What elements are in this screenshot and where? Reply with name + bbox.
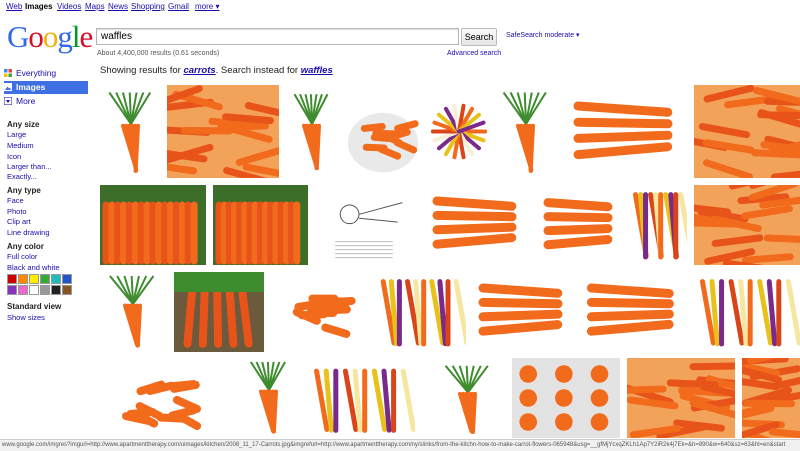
topbar-link-more[interactable]: more ▾ bbox=[195, 2, 219, 11]
image-result-thumbnail[interactable] bbox=[243, 358, 295, 438]
color-swatch[interactable] bbox=[62, 274, 72, 284]
advanced-search-link[interactable]: Advanced search bbox=[447, 50, 501, 57]
image-result-thumbnail[interactable] bbox=[308, 362, 415, 438]
color-swatch[interactable] bbox=[29, 274, 39, 284]
image-result-thumbnail[interactable] bbox=[100, 88, 162, 178]
sidebar-item-everything[interactable]: Everything bbox=[4, 67, 88, 80]
chevron-down-icon bbox=[4, 96, 12, 104]
sidebar-item-label: Everything bbox=[16, 68, 56, 78]
image-result-thumbnail[interactable] bbox=[627, 358, 735, 438]
type-filter-face[interactable]: Face bbox=[7, 196, 24, 205]
topbar-link-videos[interactable]: Videos bbox=[57, 2, 81, 11]
topbar-link-web[interactable]: Web bbox=[6, 2, 22, 11]
image-result-thumbnail[interactable] bbox=[566, 88, 686, 178]
color-swatch[interactable] bbox=[51, 274, 61, 284]
image-result-thumbnail[interactable] bbox=[213, 185, 308, 265]
search-input[interactable] bbox=[96, 28, 459, 45]
show-sizes-link[interactable]: Show sizes bbox=[7, 313, 45, 322]
corrected-query-link[interactable]: carrots bbox=[183, 65, 215, 76]
spelling-correction: Showing results for carrots. Search inst… bbox=[100, 65, 333, 76]
image-result-thumbnail[interactable] bbox=[167, 85, 279, 178]
search-button[interactable]: Search bbox=[461, 28, 497, 46]
color-swatch[interactable] bbox=[7, 274, 17, 284]
sidebar-item-more[interactable]: More bbox=[4, 95, 88, 108]
type-filter-heading: Any type bbox=[7, 186, 41, 195]
image-result-thumbnail[interactable] bbox=[376, 272, 466, 352]
sidebar-item-label: Images bbox=[16, 82, 45, 92]
image-result-thumbnail[interactable] bbox=[694, 272, 800, 352]
type-filter-line-drawing[interactable]: Line drawing bbox=[7, 228, 50, 237]
color-swatch[interactable] bbox=[18, 274, 28, 284]
type-filter-photo[interactable]: Photo bbox=[7, 207, 27, 216]
sidebar-item-label: More bbox=[16, 96, 35, 106]
type-filter-clip-art[interactable]: Clip art bbox=[7, 217, 31, 226]
image-result-thumbnail[interactable] bbox=[100, 185, 206, 265]
showing-middle: . Search instead for bbox=[216, 65, 301, 76]
size-filter-larger-than[interactable]: Larger than... bbox=[7, 162, 52, 171]
color-swatch[interactable] bbox=[62, 285, 72, 295]
top-navigation-bar: Web Images Videos Maps News Shopping Gma… bbox=[0, 0, 800, 14]
sidebar-item-images[interactable]: Images bbox=[4, 81, 88, 94]
size-filter-icon[interactable]: Icon bbox=[7, 152, 21, 161]
topbar-link-shopping[interactable]: Shopping bbox=[131, 2, 165, 11]
color-filter-full-color[interactable]: Full color bbox=[7, 252, 37, 261]
image-result-thumbnail[interactable] bbox=[512, 358, 620, 438]
color-filter-heading: Any color bbox=[7, 242, 44, 251]
image-result-thumbnail[interactable] bbox=[581, 272, 685, 352]
status-bar-url: www.google.com/imgres?imgurl=http://www.… bbox=[0, 439, 800, 451]
image-result-thumbnail[interactable] bbox=[694, 85, 800, 178]
color-swatch[interactable] bbox=[40, 285, 50, 295]
size-filter-heading: Any size bbox=[7, 120, 39, 129]
color-swatch[interactable] bbox=[29, 285, 39, 295]
size-filter-large[interactable]: Large bbox=[7, 130, 26, 139]
everything-icon bbox=[4, 68, 12, 76]
image-result-thumbnail[interactable] bbox=[284, 272, 356, 352]
image-result-thumbnail[interactable] bbox=[494, 88, 558, 178]
results-count: About 4,400,000 results (0.61 seconds) bbox=[97, 50, 219, 57]
original-query-link[interactable]: waffles bbox=[301, 65, 333, 76]
images-icon bbox=[4, 82, 12, 90]
size-filter-exactly[interactable]: Exactly... bbox=[7, 172, 37, 181]
image-result-thumbnail[interactable] bbox=[631, 185, 687, 265]
image-result-thumbnail[interactable] bbox=[344, 85, 422, 178]
topbar-link-maps[interactable]: Maps bbox=[85, 2, 105, 11]
topbar-link-images[interactable]: Images bbox=[25, 2, 53, 11]
image-result-thumbnail[interactable] bbox=[174, 272, 264, 352]
image-result-thumbnail[interactable] bbox=[316, 187, 412, 265]
color-swatch[interactable] bbox=[51, 285, 61, 295]
google-logo[interactable]: Google bbox=[7, 20, 92, 54]
image-result-thumbnail[interactable] bbox=[430, 85, 488, 178]
safesearch-dropdown[interactable]: SafeSearch moderate ▾ bbox=[506, 31, 580, 39]
color-swatch[interactable] bbox=[40, 274, 50, 284]
color-swatch[interactable] bbox=[18, 285, 28, 295]
image-result-thumbnail[interactable] bbox=[100, 358, 216, 438]
image-result-thumbnail[interactable] bbox=[742, 358, 800, 438]
image-result-thumbnail[interactable] bbox=[436, 362, 500, 438]
image-result-thumbnail[interactable] bbox=[427, 185, 527, 265]
view-heading: Standard view bbox=[7, 302, 61, 311]
size-filter-medium[interactable]: Medium bbox=[7, 141, 34, 150]
image-result-thumbnail[interactable] bbox=[100, 272, 166, 352]
topbar-link-gmail[interactable]: Gmail bbox=[168, 2, 189, 11]
showing-prefix: Showing results for bbox=[100, 65, 183, 76]
color-swatch[interactable] bbox=[7, 285, 17, 295]
color-filter-black-and-white[interactable]: Black and white bbox=[7, 263, 60, 272]
topbar-link-news[interactable]: News bbox=[108, 2, 128, 11]
image-result-thumbnail[interactable] bbox=[287, 90, 337, 175]
image-result-thumbnail[interactable] bbox=[540, 187, 620, 265]
image-result-thumbnail[interactable] bbox=[694, 185, 800, 265]
image-result-thumbnail[interactable] bbox=[473, 272, 573, 352]
